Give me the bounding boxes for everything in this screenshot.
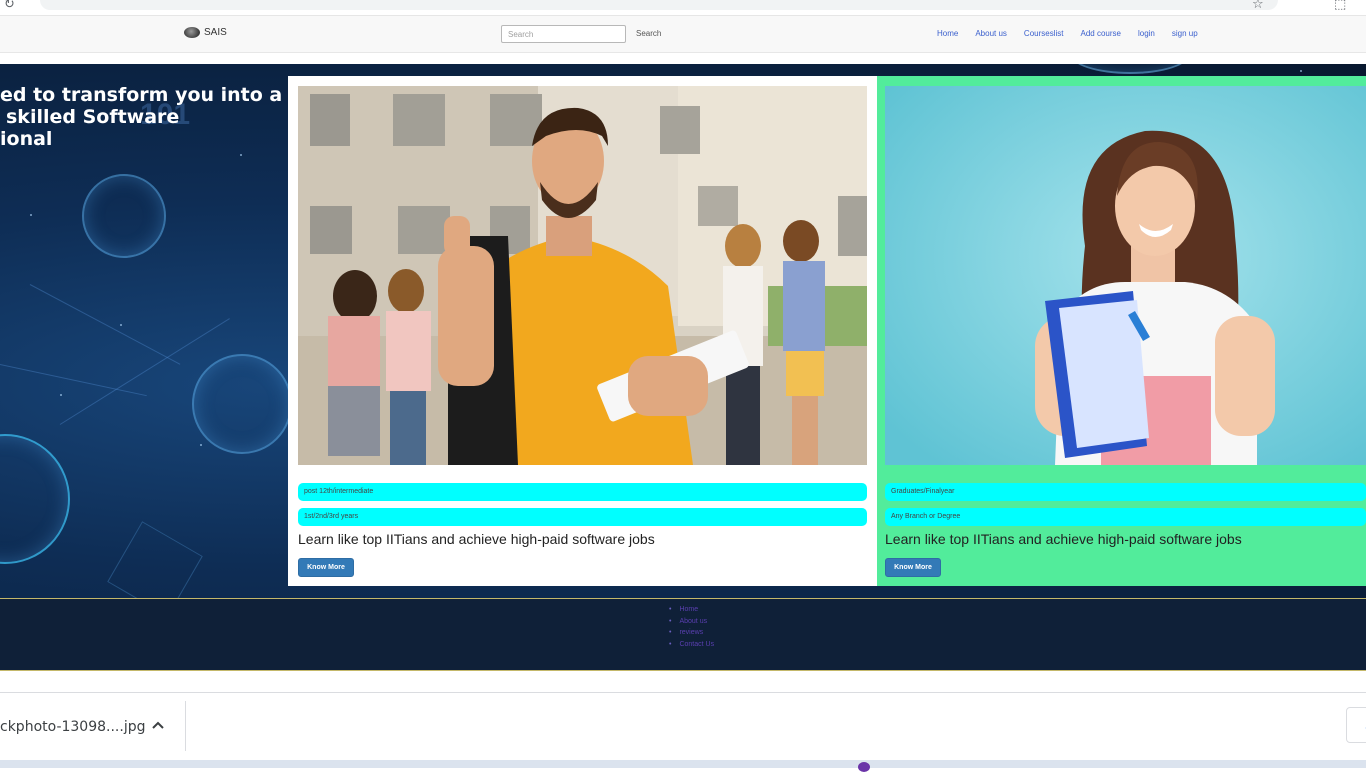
nav-link-home[interactable]: Home	[937, 29, 958, 38]
network-line	[0, 364, 147, 397]
os-taskbar	[0, 760, 1366, 772]
nav-link-courseslist[interactable]: Courseslist	[1024, 29, 1064, 38]
footer-links: Home About us reviews Contact Us	[669, 604, 714, 650]
hero-headline-line: ed to transform you into a	[0, 84, 283, 106]
star-decoration	[1300, 70, 1302, 72]
browser-top-strip: ↻ ☆ ⬚	[0, 0, 1366, 16]
footer-link-about-us[interactable]: About us	[669, 616, 714, 628]
brand[interactable]: SAIS	[184, 27, 227, 38]
download-divider	[185, 701, 186, 751]
hexagon-decoration	[107, 521, 203, 598]
globe-decoration	[0, 434, 70, 564]
nav-links: Home About us Courseslist Add course log…	[937, 29, 1215, 38]
page-bottom-strip	[0, 672, 1366, 692]
star-decoration	[120, 324, 122, 326]
know-more-button[interactable]: Know More	[885, 558, 941, 577]
bubble-decoration	[192, 354, 292, 454]
site-footer: Home About us reviews Contact Us	[0, 598, 1366, 671]
card-description: Learn like top IITians and achieve high-…	[885, 531, 1242, 547]
brand-logo-icon	[184, 27, 200, 38]
footer-link-contact-us[interactable]: Contact Us	[669, 639, 714, 651]
hero-headline-line: skilled Software	[6, 106, 180, 128]
bubble-decoration	[82, 174, 166, 258]
site-navbar: SAIS Search Home About us Courseslist Ad…	[0, 16, 1366, 53]
course-card-intermediate: post 12th/intermediate 1st/2nd/3rd years…	[288, 76, 877, 586]
bookmark-star-icon[interactable]: ☆	[1252, 0, 1264, 12]
taskbar-app-icon[interactable]	[858, 762, 870, 772]
star-decoration	[200, 444, 202, 446]
card-description: Learn like top IITians and achieve high-…	[298, 531, 655, 547]
download-bar: ckphoto-13098....jpg S	[0, 692, 1366, 760]
nav-link-add-course[interactable]: Add course	[1081, 29, 1121, 38]
nav-link-login[interactable]: login	[1138, 29, 1155, 38]
search-button[interactable]: Search	[636, 29, 661, 38]
footer-link-reviews[interactable]: reviews	[669, 627, 714, 639]
extensions-icon[interactable]: ⬚	[1334, 0, 1346, 12]
year-tag: 1st/2nd/3rd years	[298, 508, 867, 526]
audience-tag: Graduates/Finalyear	[885, 483, 1366, 501]
card-photo-student-thumbs-up	[298, 86, 867, 465]
footer-link-home[interactable]: Home	[669, 604, 714, 616]
brand-name: SAIS	[204, 27, 227, 38]
course-card-graduates: Graduates/Finalyear Any Branch or Degree…	[877, 76, 1366, 586]
card-photo-student-with-notebooks	[885, 86, 1366, 465]
address-bar[interactable]	[40, 0, 1278, 10]
network-line	[29, 284, 181, 365]
chevron-up-icon[interactable]	[150, 717, 166, 733]
star-decoration	[60, 394, 62, 396]
show-all-downloads-button[interactable]: S	[1346, 707, 1366, 743]
reload-icon[interactable]: ↻	[4, 0, 15, 12]
audience-tag: post 12th/intermediate	[298, 483, 867, 501]
hero-headline: ed to transform you into a skilled Softw…	[0, 84, 285, 150]
nav-link-sign-up[interactable]: sign up	[1172, 29, 1198, 38]
star-decoration	[240, 154, 242, 156]
know-more-button[interactable]: Know More	[298, 558, 354, 577]
search-input[interactable]	[501, 25, 626, 43]
download-file-name[interactable]: ckphoto-13098....jpg	[0, 719, 146, 735]
hero-headline-line: ional	[0, 128, 53, 150]
glow-decoration	[1070, 64, 1190, 74]
nav-link-about-us[interactable]: About us	[975, 29, 1007, 38]
star-decoration	[30, 214, 32, 216]
branch-tag: Any Branch or Degree	[885, 508, 1366, 526]
